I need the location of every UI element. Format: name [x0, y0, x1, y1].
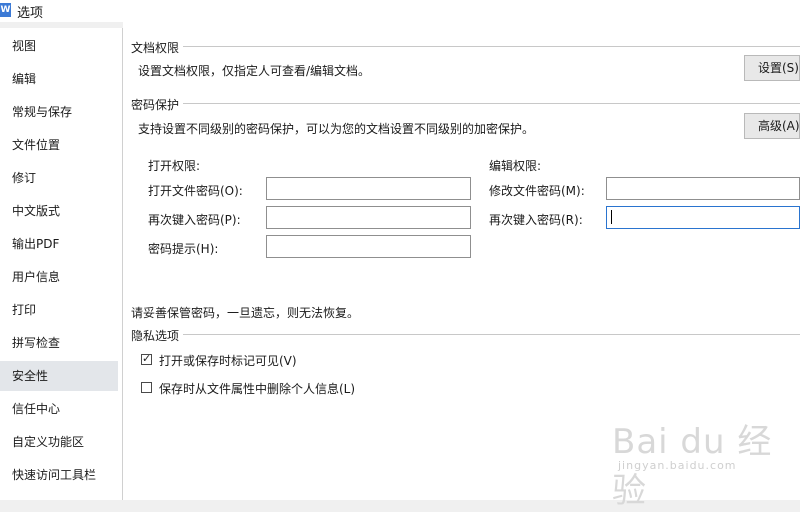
section-divider — [183, 103, 800, 104]
edit-permission-title: 编辑权限: — [489, 159, 542, 173]
set-permission-button[interactable]: 设置(S)... — [744, 55, 800, 81]
password-hint-input[interactable] — [266, 235, 471, 258]
doc-permission-title: 文档权限 — [131, 41, 180, 55]
baidu-watermark: Bai du 经验 jingyan.baidu.com — [612, 412, 800, 511]
mark-visible-checkbox[interactable]: ✓ — [141, 352, 152, 365]
modify-password-label: 修改文件密码(M): — [489, 184, 585, 198]
sidebar-item-print[interactable]: 打印 — [0, 295, 118, 325]
sidebar: 视图 编辑 常规与保存 文件位置 修订 中文版式 输出PDF 用户信息 打印 拼… — [0, 28, 123, 500]
open-password-input[interactable] — [266, 177, 471, 200]
window-title: 选项 — [17, 6, 44, 21]
remove-personal-info-label[interactable]: 保存时从文件属性中删除个人信息(L) — [159, 380, 355, 397]
sidebar-item-spell-check[interactable]: 拼写检查 — [0, 328, 118, 358]
password-protection-title: 密码保护 — [131, 98, 180, 112]
modify-password-input[interactable] — [606, 177, 800, 200]
modify-password-confirm-input[interactable] — [606, 206, 800, 229]
mark-visible-label[interactable]: 打开或保存时标记可见(V) — [159, 352, 297, 369]
open-permission-title: 打开权限: — [148, 159, 201, 173]
section-divider — [183, 46, 800, 47]
advanced-button[interactable]: 高级(A)... — [744, 113, 800, 139]
sidebar-item-revision[interactable]: 修订 — [0, 163, 118, 193]
password-warning: 请妥善保管密码，一旦遗忘，则无法恢复。 — [131, 306, 360, 320]
sidebar-item-security[interactable]: 安全性 — [0, 361, 118, 391]
remove-personal-info-checkbox[interactable] — [141, 382, 152, 393]
open-password-confirm-label: 再次键入密码(P): — [148, 213, 241, 227]
sidebar-item-trust-center[interactable]: 信任中心 — [0, 394, 118, 424]
sidebar-item-file-location[interactable]: 文件位置 — [0, 130, 118, 160]
open-password-label: 打开文件密码(O): — [148, 184, 243, 198]
watermark-url: jingyan.baidu.com — [618, 459, 737, 472]
password-description: 支持设置不同级别的密码保护，可以为您的文档设置不同级别的加密保护。 — [138, 122, 535, 136]
open-password-confirm-input[interactable] — [266, 206, 471, 229]
sidebar-item-chinese-layout[interactable]: 中文版式 — [0, 196, 118, 226]
doc-permission-description: 设置文档权限，仅指定人可查看/编辑文档。 — [138, 64, 371, 78]
sidebar-item-view[interactable]: 视图 — [0, 31, 118, 61]
password-hint-label: 密码提示(H): — [148, 242, 219, 256]
section-divider — [183, 334, 800, 335]
sidebar-item-user-info[interactable]: 用户信息 — [0, 262, 118, 292]
title-bar: W 选项 — [0, 0, 800, 22]
checkmark-icon: ✓ — [142, 352, 152, 365]
modify-password-confirm-label: 再次键入密码(R): — [489, 213, 583, 227]
privacy-title: 隐私选项 — [131, 329, 180, 343]
text-caret — [611, 210, 612, 224]
sidebar-item-export-pdf[interactable]: 输出PDF — [0, 229, 118, 259]
w-logo-icon: W — [0, 3, 11, 17]
sidebar-item-quick-access-toolbar[interactable]: 快速访问工具栏 — [0, 460, 118, 490]
sidebar-item-edit[interactable]: 编辑 — [0, 64, 118, 94]
sidebar-item-customize-ribbon[interactable]: 自定义功能区 — [0, 427, 118, 457]
sidebar-item-general-save[interactable]: 常规与保存 — [0, 97, 118, 127]
